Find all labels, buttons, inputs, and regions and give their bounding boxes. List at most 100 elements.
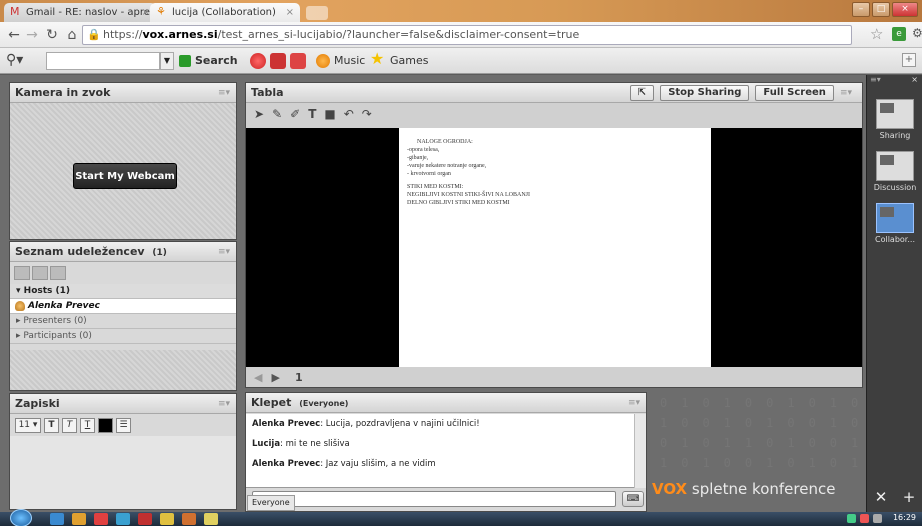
undo-icon[interactable]: ↶	[344, 107, 354, 121]
add-layout-icon[interactable]: +	[903, 488, 916, 506]
sync-icon[interactable]: ⇱	[629, 85, 655, 101]
italic-icon[interactable]: T	[62, 418, 77, 433]
explorer-icon[interactable]	[72, 513, 86, 525]
bullet-list-icon[interactable]: ☰	[116, 418, 131, 433]
text-color-icon[interactable]	[98, 418, 113, 433]
radio-icon[interactable]	[250, 53, 266, 69]
camera-pod-title: Kamera in zvok	[15, 86, 111, 99]
home-icon[interactable]: ⌂	[62, 25, 82, 45]
lock-icon: 🔒	[87, 28, 101, 41]
pod-menu-icon[interactable]: ≡▾	[628, 393, 640, 413]
page-navigation: ◀ ▶ 1	[254, 371, 303, 384]
volume-icon[interactable]	[873, 514, 882, 523]
text-tool-icon[interactable]: T	[308, 107, 316, 121]
flag-icon[interactable]	[860, 514, 869, 523]
whiteboard-canvas[interactable]: NALOGE OGRODJA: -opora telesa, -gibanje,…	[246, 128, 862, 367]
toolbar-search-input[interactable]	[46, 52, 160, 70]
background-pattern: 0101001010 1001010010 0101101001 1010010…	[660, 396, 860, 470]
collapse-icon[interactable]: ✕	[875, 488, 888, 506]
stop-sharing-button[interactable]: Stop Sharing	[660, 85, 750, 101]
games-button[interactable]: ★ Games	[370, 51, 429, 69]
sort-icon[interactable]	[50, 266, 66, 280]
underline-icon[interactable]: T	[80, 418, 95, 433]
hosts-group-header[interactable]: ▾ Hosts (1)	[10, 284, 236, 299]
pod-menu-icon[interactable]: ≡▾	[840, 88, 852, 98]
app-icon[interactable]	[138, 513, 152, 525]
new-tab-button[interactable]	[306, 6, 328, 20]
redo-icon[interactable]: ↷	[362, 107, 372, 121]
rectangle-icon[interactable]: ■	[324, 107, 335, 121]
url-host: vox.arnes.si	[142, 28, 218, 41]
camera-area: Start My Webcam	[10, 103, 236, 239]
ie-icon[interactable]	[50, 513, 64, 525]
chat-input[interactable]	[252, 491, 616, 507]
toolbar-search-button[interactable]: Search	[179, 53, 238, 69]
wrench-icon[interactable]: ⚙	[912, 26, 922, 40]
pencil-icon[interactable]: ✎	[272, 107, 282, 121]
start-button[interactable]	[10, 509, 32, 526]
music-button[interactable]: Music	[316, 53, 365, 69]
presenters-group-header[interactable]: ▸ Presenters (0)	[10, 314, 236, 329]
pod-menu-icon[interactable]: ≡▾	[218, 394, 230, 414]
bookmark-star-icon[interactable]: ☆	[870, 25, 883, 43]
chrome-icon[interactable]	[160, 513, 174, 525]
tab-lucija[interactable]: ⚘ lucija (Collaboration) ×	[150, 3, 300, 22]
font-size-select[interactable]: 11 ▾	[15, 418, 41, 433]
pod-menu-icon[interactable]: ≡▾	[218, 242, 230, 262]
pointer-icon[interactable]: ➤	[254, 107, 264, 121]
notes-text-area[interactable]	[10, 436, 236, 509]
send-icon[interactable]: ⌨	[622, 491, 644, 507]
connect-icon: ⚘	[156, 5, 166, 18]
skype-icon[interactable]	[116, 513, 130, 525]
window-close-button[interactable]: ×	[892, 2, 918, 17]
full-screen-button[interactable]: Full Screen	[755, 85, 834, 101]
layout-collaboration[interactable]: Collabor...	[871, 203, 919, 244]
close-icon[interactable]: ×	[142, 3, 150, 22]
page-number: 1	[295, 371, 303, 384]
add-toolbar-button[interactable]: +	[902, 53, 916, 67]
chat-tab-everyone[interactable]: Everyone	[247, 495, 295, 511]
media-icon[interactable]	[94, 513, 108, 525]
chat-scrollbar[interactable]	[634, 414, 646, 488]
attendee-row[interactable]: Alenka Prevec	[10, 299, 236, 314]
folder-icon[interactable]	[204, 513, 218, 525]
meeting-room: Kamera in zvok ≡▾ Start My Webcam Seznam…	[0, 75, 866, 512]
weather-icon[interactable]	[290, 53, 306, 69]
highlighter-icon[interactable]: ✐	[290, 107, 300, 121]
close-icon[interactable]: ×	[286, 3, 294, 22]
pod-menu-icon[interactable]: ≡▾	[218, 83, 230, 103]
minimize-button[interactable]: –	[852, 2, 870, 17]
maximize-button[interactable]: □	[872, 2, 890, 17]
chevron-down-icon[interactable]: ▼	[160, 52, 174, 70]
clock[interactable]: 16:29	[893, 513, 916, 522]
notes-format-toolbar: 11 ▾ T T T ☰	[15, 418, 131, 433]
camera-pod: Kamera in zvok ≡▾ Start My Webcam	[9, 82, 237, 240]
layout-thumbnail	[876, 203, 914, 233]
reload-icon[interactable]: ↻	[42, 25, 62, 45]
tab-gmail[interactable]: M Gmail - RE: naslov - aprevec ×	[4, 3, 156, 22]
attendee-list: ▾ Hosts (1) Alenka Prevec ▸ Presenters (…	[10, 284, 236, 344]
search-toolbar: ⚲▾ ▼ Search Music ★ Games +	[0, 48, 922, 74]
forward-arrow-icon[interactable]: →	[22, 25, 42, 45]
youtube-icon[interactable]	[270, 53, 286, 69]
gmail-icon: M	[10, 5, 20, 18]
firefox-icon[interactable]	[182, 513, 196, 525]
start-webcam-button[interactable]: Start My Webcam	[73, 163, 177, 189]
extension-icon[interactable]: e	[892, 27, 906, 41]
close-icon[interactable]: ×	[911, 75, 918, 84]
pod-title: Kamera in zvok ≡▾	[10, 83, 236, 103]
participants-group-header[interactable]: ▸ Participants (0)	[10, 329, 236, 344]
bold-icon[interactable]: T	[44, 418, 59, 433]
address-bar[interactable]: 🔒 https://vox.arnes.si/test_arnes_si-luc…	[82, 25, 852, 45]
next-page-icon[interactable]: ▶	[272, 371, 286, 384]
chat-text: Jaz vaju slišim, a ne vidim	[325, 459, 436, 469]
back-arrow-icon[interactable]: ←	[4, 25, 24, 45]
search-logo-icon[interactable]: ⚲▾	[6, 52, 23, 68]
prev-page-icon[interactable]: ◀	[254, 371, 268, 384]
list-view-icon[interactable]	[14, 266, 30, 280]
grid-view-icon[interactable]	[32, 266, 48, 280]
layout-discussion[interactable]: Discussion	[871, 151, 919, 192]
games-label: Games	[390, 54, 429, 67]
network-icon[interactable]	[847, 514, 856, 523]
layout-sharing[interactable]: Sharing	[871, 99, 919, 140]
